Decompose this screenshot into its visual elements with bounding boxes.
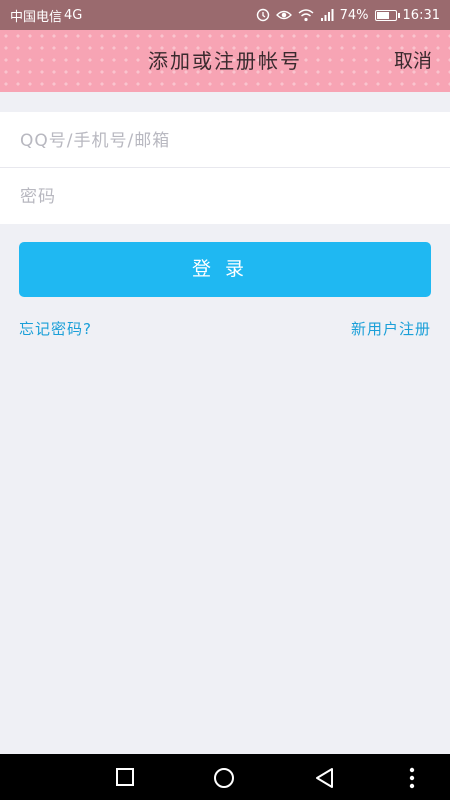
alarm-icon bbox=[256, 8, 269, 22]
network-type: 4G bbox=[64, 7, 83, 23]
eye-icon bbox=[275, 10, 292, 20]
battery-icon bbox=[374, 9, 400, 21]
signal-icon bbox=[320, 9, 334, 21]
status-left: 中国电信 4G bbox=[10, 6, 82, 25]
home-icon[interactable] bbox=[213, 767, 235, 789]
username-field bbox=[0, 112, 450, 169]
page-title: 添加或注册帐号 bbox=[148, 49, 302, 73]
title-bar: 添加或注册帐号 取消 bbox=[0, 30, 450, 92]
forgot-password-link[interactable]: 忘记密码? bbox=[19, 318, 92, 339]
username-input[interactable] bbox=[18, 112, 422, 169]
navigation-bar bbox=[0, 754, 450, 800]
back-icon[interactable] bbox=[314, 767, 334, 789]
password-field bbox=[0, 168, 450, 225]
status-bar: 中国电信 4G 74% 16:31 bbox=[0, 0, 450, 30]
more-icon[interactable] bbox=[408, 767, 416, 789]
login-button[interactable]: 登录 bbox=[19, 242, 431, 297]
login-form bbox=[0, 112, 450, 225]
password-input[interactable] bbox=[18, 168, 422, 225]
status-right: 74% 16:31 bbox=[256, 8, 440, 23]
recent-apps-icon[interactable] bbox=[115, 767, 135, 787]
carrier-name: 中国电信 bbox=[10, 9, 63, 25]
battery-percent: 74% bbox=[339, 7, 369, 23]
wifi-icon bbox=[298, 9, 314, 22]
register-link[interactable]: 新用户注册 bbox=[351, 318, 431, 339]
clock: 16:31 bbox=[402, 7, 440, 23]
cancel-button[interactable]: 取消 bbox=[394, 30, 432, 92]
